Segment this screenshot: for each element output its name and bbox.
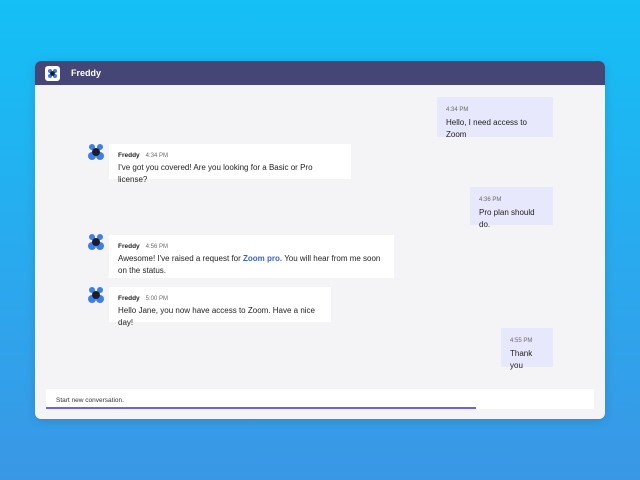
message-text: Hello Jane, you now have access to Zoom.… [118, 306, 315, 327]
sender-name: Freddy [118, 152, 140, 159]
message-time: 4:55 PM [510, 338, 533, 344]
bot-message: Freddy 4:34 PM I've got you covered! Are … [109, 144, 351, 184]
chat-window: Freddy 4:34 PM Hello, I need access to Z… [35, 61, 605, 419]
message-composer[interactable] [46, 389, 594, 411]
sender-name: Freddy [118, 243, 140, 250]
message-time: 4:36 PM [479, 197, 502, 203]
message-time: 4:56 PM [145, 244, 169, 250]
title-bar: Freddy [35, 61, 605, 85]
message-time: 5:00 PM [145, 296, 169, 302]
window-title: Freddy [71, 68, 102, 78]
user-message: 4:36 PM Pro plan should do. [470, 187, 553, 229]
message-text: I've got you covered! Are you looking fo… [118, 163, 313, 184]
zoom-pro-link[interactable]: Zoom pro. [243, 254, 282, 263]
message-text: Hello, I need access to Zoom [446, 118, 527, 139]
message-text-start: Awesome! I've raised a request for [118, 254, 243, 263]
sender-name: Freddy [118, 295, 140, 302]
freddy-avatar-icon [88, 287, 104, 303]
user-message: 4:55 PM Thank you [501, 328, 553, 370]
freddy-avatar-icon [88, 144, 104, 160]
bot-message: Freddy 5:00 PM Hello Jane, you now have a… [109, 287, 331, 327]
message-time: 4:34 PM [145, 153, 169, 159]
bot-message: Freddy 4:56 PM Awesome! I've raised a req… [109, 235, 394, 278]
user-message: 4:34 PM Hello, I need access to Zoom [437, 97, 553, 139]
input-focus-underline [46, 407, 476, 409]
message-thread: 4:34 PM Hello, I need access to Zoom Fre… [35, 85, 605, 387]
message-text: Thank you [510, 349, 533, 370]
message-text: Pro plan should do. [479, 208, 535, 229]
freddy-avatar-icon [88, 234, 104, 250]
message-time: 4:34 PM [446, 107, 469, 113]
freddy-logo-icon [45, 65, 60, 81]
